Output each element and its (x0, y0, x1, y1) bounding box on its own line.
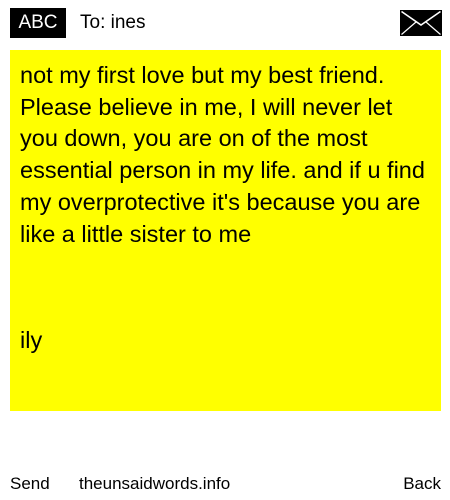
back-button[interactable]: Back (403, 472, 441, 496)
site-link[interactable]: theunsaidwords.info (79, 472, 230, 496)
recipient-label: To: ines (80, 12, 146, 33)
footer-bar: Send theunsaidwords.info Back (0, 472, 450, 496)
send-button[interactable]: Send (10, 472, 50, 496)
envelope-icon[interactable] (400, 10, 442, 36)
header-bar: ABC To: ines (0, 0, 450, 46)
message-body: not my first love but my best friend. Pl… (20, 62, 432, 247)
abc-badge: ABC (10, 8, 66, 38)
message-card: not my first love but my best friend. Pl… (10, 50, 441, 411)
message-signoff: ily (20, 327, 43, 353)
